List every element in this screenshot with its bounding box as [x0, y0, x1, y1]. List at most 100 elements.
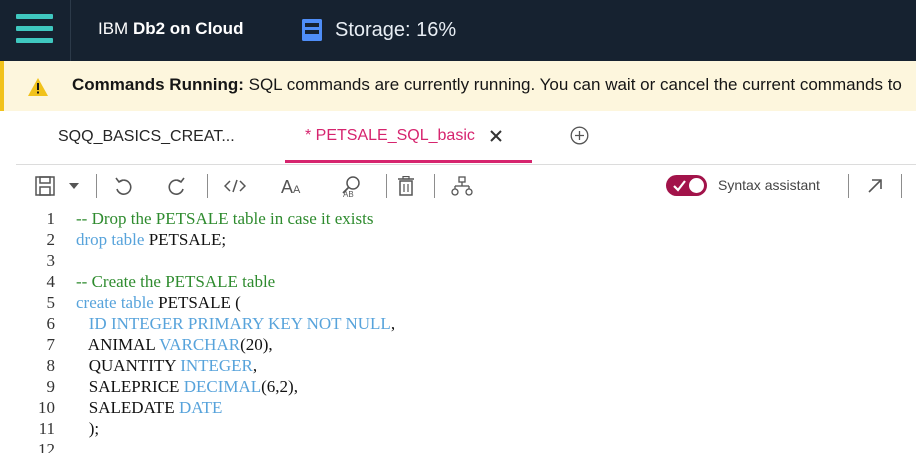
- product-title[interactable]: IBM Db2 on Cloud: [98, 19, 243, 39]
- code-line[interactable]: 1 -- Drop the PETSALE table in case it ex…: [0, 208, 916, 229]
- toolbar-divider: [207, 174, 208, 198]
- tab-sqq-basics[interactable]: SQQ_BASICS_CREAT...: [40, 111, 278, 163]
- line-number: 10: [38, 398, 55, 417]
- code-text: QUANTITY INTEGER,: [76, 355, 257, 376]
- storage-indicator[interactable]: Storage: 16%: [302, 17, 456, 43]
- explain-diagram-icon[interactable]: [450, 175, 474, 197]
- code-line[interactable]: 8 QUANTITY INTEGER,: [0, 355, 916, 376]
- sql-text: ,: [252, 356, 258, 375]
- code-line[interactable]: 3: [0, 250, 916, 271]
- code-text: -- Create the PETSALE table: [76, 271, 275, 292]
- sql-text: ,: [390, 314, 396, 333]
- code-text: );: [76, 418, 99, 439]
- line-number: 9: [46, 377, 56, 396]
- line-number: 6: [46, 314, 56, 333]
- sql-text: QUANTITY: [76, 356, 181, 375]
- expand-arrow-icon[interactable]: [864, 175, 886, 197]
- syntax-assistant-label: Syntax assistant: [718, 177, 820, 193]
- toolbar-divider: [434, 174, 435, 198]
- hamburger-menu-icon[interactable]: [16, 12, 53, 45]
- add-tab-icon[interactable]: [570, 126, 589, 145]
- line-number: 12: [38, 440, 55, 453]
- tab-label: SQQ_BASICS_CREAT...: [58, 128, 235, 145]
- code-text: SALEDATE DATE: [76, 397, 223, 418]
- sql-comment: -- Drop the PETSALE table in case it exi…: [76, 209, 374, 228]
- save-icon[interactable]: [34, 175, 56, 197]
- toolbar-divider: [96, 174, 97, 198]
- brand-prefix: IBM: [98, 19, 129, 38]
- code-text: -- Drop the PETSALE table in case it exi…: [76, 208, 373, 229]
- code-line[interactable]: 6 ID INTEGER PRIMARY KEY NOT NULL,: [0, 313, 916, 334]
- code-line[interactable]: 12: [0, 439, 916, 453]
- code-text: SALEPRICE DECIMAL(6,2),: [76, 376, 298, 397]
- sql-keyword: DATE: [178, 398, 223, 417]
- sql-editor[interactable]: 1 -- Drop the PETSALE table in case it ex…: [0, 205, 916, 453]
- line-number: 2: [46, 230, 56, 249]
- warning-icon: [28, 78, 48, 96]
- banner-message: Commands Running: SQL commands are curre…: [72, 75, 902, 95]
- close-icon[interactable]: [489, 129, 503, 143]
- undo-icon[interactable]: [112, 175, 134, 197]
- sql-comment: -- Create the PETSALE table: [76, 272, 276, 291]
- toolbar-divider: [901, 174, 902, 198]
- code-line[interactable]: 2 drop table PETSALE;: [0, 229, 916, 250]
- sql-text: PETSALE (: [153, 293, 241, 312]
- svg-text:AB: AB: [343, 190, 354, 197]
- code-text: drop table PETSALE;: [76, 229, 226, 250]
- line-number: 8: [46, 356, 56, 375]
- brand-name: Db2 on Cloud: [132, 19, 244, 38]
- top-bar: IBM Db2 on Cloud Storage: 16%: [0, 0, 916, 61]
- banner-title: Commands Running:: [72, 75, 244, 94]
- svg-text:A: A: [281, 177, 293, 195]
- code-icon[interactable]: [223, 175, 247, 197]
- syntax-assistant-toggle[interactable]: [666, 175, 707, 196]
- code-text: ANIMAL VARCHAR(20),: [76, 334, 273, 355]
- sql-text: SALEPRICE: [76, 377, 184, 396]
- sql-text: PETSALE;: [144, 230, 227, 249]
- code-line[interactable]: 10 SALEDATE DATE: [0, 397, 916, 418]
- line-number: 4: [46, 272, 56, 291]
- code-line[interactable]: 4 -- Create the PETSALE table: [0, 271, 916, 292]
- storage-text: Storage: 16%: [335, 18, 457, 41]
- sql-text: (6,2),: [261, 377, 298, 396]
- code-line[interactable]: 11 );: [0, 418, 916, 439]
- tab-label: * PETSALE_SQL_basic: [305, 126, 475, 144]
- line-number: 5: [46, 293, 56, 312]
- sql-keyword: DECIMAL: [183, 377, 262, 396]
- commands-running-banner: Commands Running: SQL commands are curre…: [0, 61, 916, 111]
- editor-tabs: SQQ_BASICS_CREAT... * PETSALE_SQL_basic: [0, 111, 916, 163]
- code-line[interactable]: 9 SALEPRICE DECIMAL(6,2),: [0, 376, 916, 397]
- font-size-icon[interactable]: AA: [280, 175, 304, 197]
- redo-icon[interactable]: [166, 175, 188, 197]
- code-line[interactable]: 5 create table PETSALE (: [0, 292, 916, 313]
- checkmark-icon: [673, 180, 686, 192]
- line-number: 7: [46, 335, 56, 354]
- sql-keyword: INTEGER: [180, 356, 253, 375]
- chevron-down-icon[interactable]: [66, 175, 82, 197]
- sql-keyword: create table: [76, 293, 154, 312]
- sql-text: ANIMAL: [76, 335, 160, 354]
- sql-text: SALEDATE: [76, 398, 179, 417]
- toolbar-divider: [848, 174, 849, 198]
- svg-text:A: A: [293, 184, 301, 195]
- toolbar-divider: [386, 174, 387, 198]
- code-text: ID INTEGER PRIMARY KEY NOT NULL,: [76, 313, 395, 334]
- line-number: 11: [38, 419, 55, 438]
- trash-icon[interactable]: [396, 175, 416, 197]
- toggle-knob: [689, 178, 704, 193]
- header-divider: [70, 0, 71, 61]
- code-text: create table PETSALE (: [76, 292, 241, 313]
- line-number: 3: [46, 251, 56, 270]
- find-replace-icon[interactable]: AB: [338, 175, 364, 197]
- code-line[interactable]: 7 ANIMAL VARCHAR(20),: [0, 334, 916, 355]
- tab-petsale-sql-basic[interactable]: * PETSALE_SQL_basic: [285, 111, 532, 163]
- sql-text: (20),: [240, 335, 273, 354]
- sql-text: );: [76, 419, 100, 438]
- line-number: 1: [46, 209, 56, 228]
- storage-icon: [302, 19, 322, 41]
- editor-toolbar: AA AB Syntax assistant: [16, 164, 916, 205]
- sql-keyword: ID INTEGER PRIMARY KEY NOT NULL: [88, 314, 391, 333]
- sql-keyword: VARCHAR: [159, 335, 241, 354]
- sql-keyword: drop table: [76, 230, 145, 249]
